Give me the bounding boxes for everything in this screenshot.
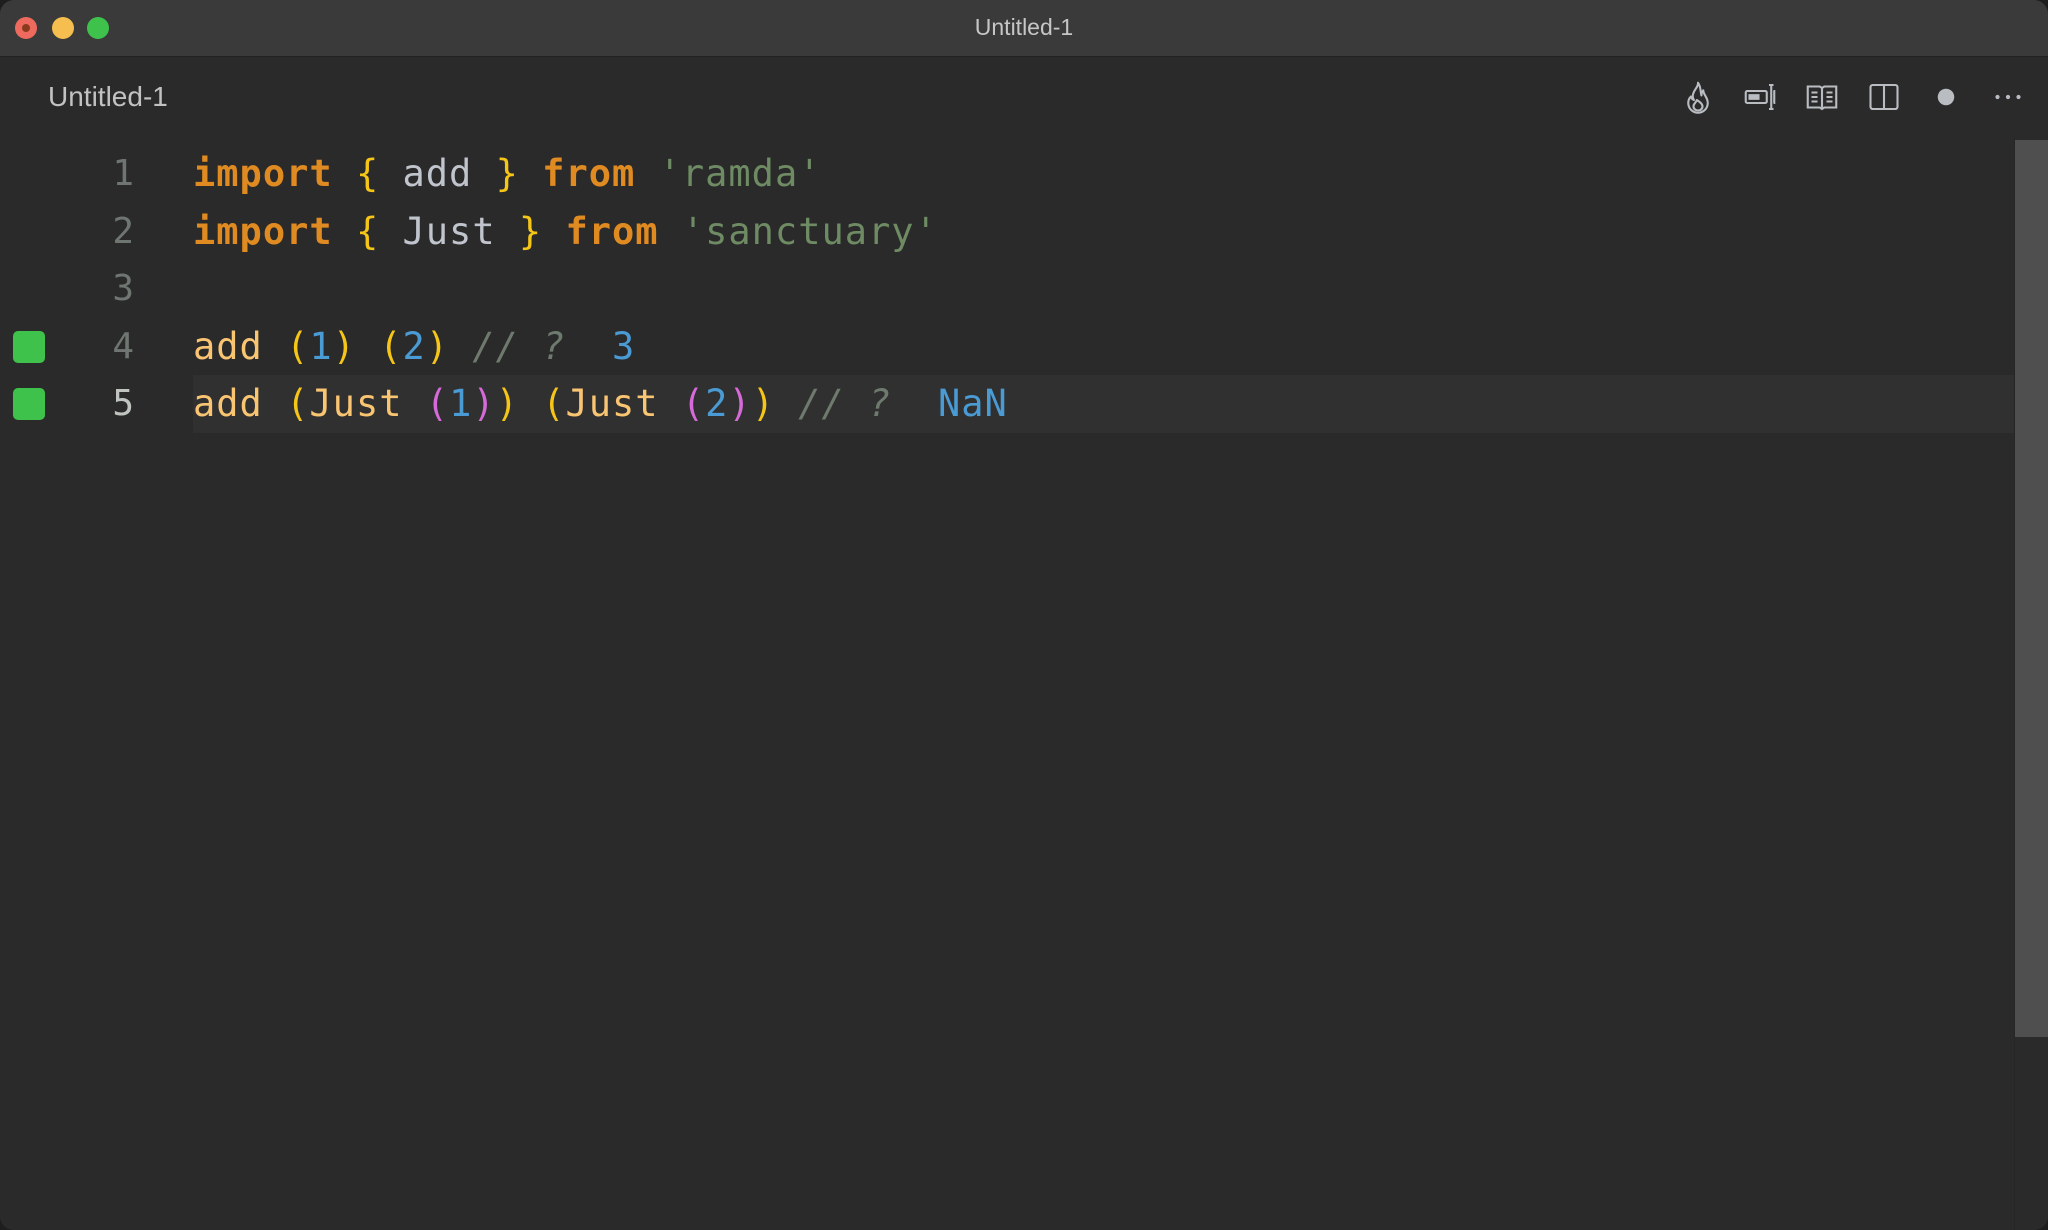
identifier-token xyxy=(356,325,379,368)
identifier-token xyxy=(565,325,612,368)
comment-token: // ? xyxy=(798,382,892,425)
open-changes-icon xyxy=(1744,83,1776,111)
inline-result-value: NaN xyxy=(937,382,1008,425)
coverage-marker[interactable] xyxy=(13,330,45,363)
identifier-token xyxy=(775,382,798,425)
identifier-token xyxy=(519,382,542,425)
string-token: 'ramda' xyxy=(658,152,822,195)
identifier-token: Just xyxy=(379,209,519,253)
keyword-token: from xyxy=(565,209,659,253)
identifier-token xyxy=(659,210,682,253)
bracket-token: ( xyxy=(379,324,403,368)
title-bar: Untitled-1 xyxy=(0,0,2048,57)
more-actions-icon xyxy=(1995,94,2021,100)
bracket-token: ) xyxy=(728,382,752,425)
code-line[interactable]: import { Just } from 'sanctuary' xyxy=(193,203,938,261)
bracket-token: } xyxy=(495,152,519,195)
unsaved-indicator[interactable] xyxy=(1924,75,1968,119)
function-token: Just xyxy=(565,382,659,425)
bracket-token: ( xyxy=(542,382,566,425)
bracket-token: } xyxy=(518,209,543,253)
unsaved-dot-icon xyxy=(1937,88,1955,106)
identifier-token xyxy=(263,382,286,425)
comment-token: // ? xyxy=(472,324,566,368)
keyword-token: import xyxy=(193,152,333,195)
line-number: 4 xyxy=(112,325,134,367)
editor-actions xyxy=(1676,75,2048,119)
identifier-token xyxy=(519,152,542,195)
split-editor-button[interactable] xyxy=(1862,75,1906,119)
split-editor-icon xyxy=(1869,83,1899,111)
open-changes-button[interactable] xyxy=(1738,75,1782,119)
number-token: 1 xyxy=(309,324,333,368)
number-token: 1 xyxy=(449,382,473,425)
tab-untitled-1[interactable]: Untitled-1 xyxy=(48,81,168,113)
line-number: 5 xyxy=(112,383,134,424)
identifier-token xyxy=(891,382,938,425)
identifier-token xyxy=(542,210,565,253)
quokka-button[interactable] xyxy=(1676,75,1720,119)
open-preview-icon xyxy=(1806,85,1838,111)
flame-icon xyxy=(1687,81,1709,114)
bracket-token: ( xyxy=(681,382,706,425)
tab-bar: Untitled-1 xyxy=(0,57,2048,137)
editor-window: Untitled-1 Untitled-1 1 import { add} f… xyxy=(0,0,2048,1230)
function-token: add xyxy=(193,382,263,425)
coverage-marker[interactable] xyxy=(13,388,45,420)
line-number: 2 xyxy=(112,210,134,252)
code-line[interactable]: import { add } from 'ramda' xyxy=(193,145,822,203)
identifier-token xyxy=(403,382,426,425)
window-title: Untitled-1 xyxy=(974,14,1074,40)
vertical-scrollbar[interactable] xyxy=(2014,137,2048,1230)
number-token: 2 xyxy=(705,382,729,425)
bracket-token: ) xyxy=(425,324,450,368)
string-token: 'sanctuary' xyxy=(681,209,938,253)
bracket-token: ) xyxy=(495,382,519,425)
bracket-token: { xyxy=(355,209,380,253)
code-line[interactable]: add (Just (1)) (Just (2)) // ? NaN xyxy=(193,375,1008,433)
identifier-token xyxy=(333,152,356,195)
identifier-token xyxy=(449,325,472,368)
function-token: Just xyxy=(309,382,403,425)
identifier-token xyxy=(659,382,682,425)
function-token: add xyxy=(193,324,263,368)
identifier-token xyxy=(263,325,286,368)
keyword-token: from xyxy=(542,152,636,195)
identifier-token: add xyxy=(379,152,496,195)
bracket-token: ( xyxy=(286,324,310,368)
bracket-token: ( xyxy=(286,382,310,425)
keyword-token: import xyxy=(193,209,333,253)
line-number: 3 xyxy=(112,268,134,309)
number-token: 2 xyxy=(402,324,426,368)
identifier-token xyxy=(635,152,658,195)
code-editor[interactable]: 1 import { add } from 'ramda' 2 import { Ju… xyxy=(0,137,2014,1230)
bracket-token: ) xyxy=(332,324,356,368)
code-line[interactable]: add (1) (2) // ? 3 xyxy=(193,318,635,376)
open-preview-button[interactable] xyxy=(1800,75,1844,119)
bracket-token: ) xyxy=(751,382,775,425)
line-number: 1 xyxy=(112,153,134,194)
bracket-token: { xyxy=(355,152,380,195)
scrollbar-thumb[interactable] xyxy=(2015,140,2048,1037)
more-actions-button[interactable] xyxy=(1986,75,2030,119)
inline-result-value: 3 xyxy=(612,324,636,368)
identifier-token xyxy=(333,210,356,253)
bracket-token: ) xyxy=(472,382,496,425)
bracket-token: ( xyxy=(425,382,450,425)
